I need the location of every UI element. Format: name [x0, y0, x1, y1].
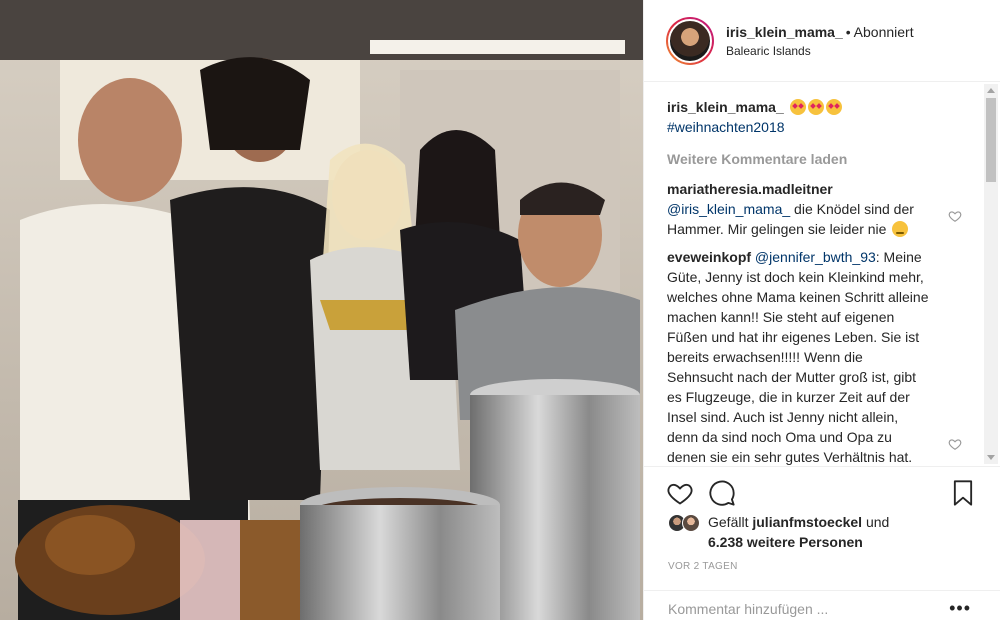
load-more-comments-button[interactable]: Weitere Kommentare laden — [667, 149, 962, 169]
comment-username-link[interactable]: mariatheresia.madleitner — [667, 181, 833, 197]
comment-like-heart-icon[interactable] — [948, 209, 962, 223]
liker-username-link[interactable]: julianfmstoeckel — [752, 514, 862, 530]
liker-avatars — [668, 512, 708, 532]
heart-icon[interactable] — [666, 479, 694, 507]
post-header-row: iris_klein_mama_ • Abonniert — [726, 24, 914, 40]
header-username-link[interactable]: iris_klein_mama_ — [726, 24, 843, 40]
post-photo-image — [0, 0, 643, 620]
post-caption: iris_klein_mama_ #weihnachten2018 — [667, 97, 962, 137]
post-timestamp[interactable]: VOR 2 TAGEN — [668, 561, 738, 572]
post-actions — [644, 466, 1000, 506]
comment-mention-link[interactable]: @iris_klein_mama_ — [667, 201, 790, 217]
likes-prefix: Gefällt — [708, 514, 753, 530]
post-side-panel: iris_klein_mama_ • Abonniert Balearic Isla… — [643, 0, 1000, 620]
scroll-down-arrow-icon[interactable] — [987, 455, 995, 460]
comment-like-heart-icon[interactable] — [948, 437, 962, 451]
likes-count-link[interactable]: 6.238 weitere Personen — [708, 534, 863, 550]
comment-text: : Meine Güte, Jenny ist doch kein Kleink… — [667, 249, 929, 465]
scroll-up-arrow-icon[interactable] — [987, 88, 995, 93]
comment-mention-link[interactable]: @jennifer_bwth_93 — [755, 249, 876, 265]
post-header: iris_klein_mama_ • Abonniert Balearic Isla… — [644, 0, 1000, 82]
liker-avatar[interactable] — [682, 514, 700, 532]
caption-username-link[interactable]: iris_klein_mama_ — [667, 99, 784, 115]
star-struck-emoji-icon — [789, 99, 806, 115]
header-separator: • — [845, 23, 851, 40]
comment-item: eveweinkopf @jennifer_bwth_93: Meine Güt… — [667, 247, 962, 465]
likes-connector: und — [862, 514, 890, 530]
add-comment-input[interactable] — [668, 601, 928, 617]
star-struck-emoji-icon — [825, 99, 842, 115]
star-struck-emoji-icon — [807, 99, 824, 115]
profile-avatar-image — [668, 18, 712, 63]
location-link[interactable]: Balearic Islands — [726, 44, 914, 58]
likes-text: Gefällt julianfmstoeckel und 6.238 weite… — [708, 512, 889, 552]
post-header-text: iris_klein_mama_ • Abonniert Balearic Isla… — [726, 24, 914, 58]
sad-face-emoji-icon — [892, 221, 909, 237]
caption-hashtag-link[interactable]: #weihnachten2018 — [667, 117, 962, 137]
comment-icon[interactable] — [708, 479, 736, 507]
comment-username-link[interactable]: eveweinkopf — [667, 249, 751, 265]
add-comment-bar: ••• — [644, 590, 1000, 620]
comments-scrollbar[interactable] — [984, 84, 998, 464]
comment-item: mariatheresia.madleitner @iris_klein_mam… — [667, 179, 962, 239]
scroll-thumb[interactable] — [986, 98, 996, 182]
follow-status-button[interactable]: Abonniert — [854, 24, 914, 40]
profile-avatar[interactable] — [666, 16, 714, 65]
comments-list[interactable]: iris_klein_mama_ #weihnachten2018 Weiter… — [644, 83, 984, 465]
post-photo[interactable] — [0, 0, 643, 620]
bookmark-icon[interactable] — [949, 479, 977, 507]
more-options-icon[interactable]: ••• — [949, 599, 971, 617]
likes-summary: Gefällt julianfmstoeckel und 6.238 weite… — [668, 512, 889, 552]
